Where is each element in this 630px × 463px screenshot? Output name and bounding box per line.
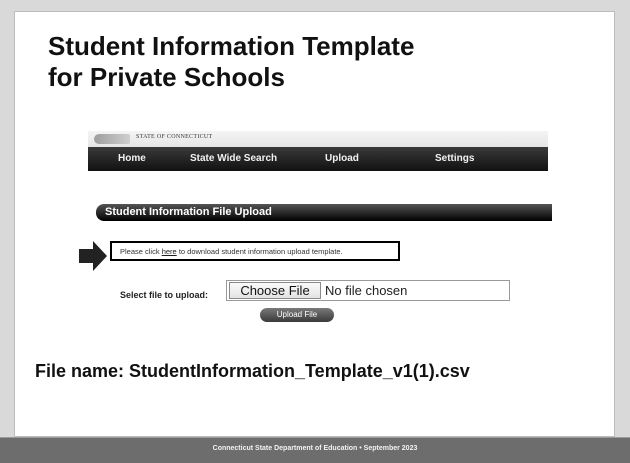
notice-suffix: to download student information upload t…: [178, 247, 343, 256]
state-banner: STATE OF CONNECTICUT: [88, 131, 548, 147]
slide-title: Student Information Template for Private…: [48, 31, 568, 93]
slide-footer: Connecticut State Department of Educatio…: [0, 437, 630, 463]
download-template-link[interactable]: here: [162, 247, 177, 256]
right-arrow-icon: [79, 241, 107, 271]
top-navbar: Home State Wide Search Upload Settings: [88, 147, 548, 171]
nav-settings[interactable]: Settings: [435, 153, 474, 164]
state-banner-text: STATE OF CONNECTICUT: [136, 134, 213, 140]
slide-title-line2: for Private Schools: [48, 62, 285, 92]
choose-file-button[interactable]: Choose File: [229, 282, 321, 299]
nav-state-wide-search[interactable]: State Wide Search: [190, 153, 277, 164]
file-status-text: No file chosen: [325, 283, 408, 298]
notice-prefix: Please click: [120, 247, 160, 256]
footer-text: Connecticut State Department of Educatio…: [212, 445, 418, 452]
slide-title-line1: Student Information Template: [48, 31, 415, 61]
download-notice: Please click here to download student in…: [110, 241, 400, 261]
nav-upload[interactable]: Upload: [325, 153, 359, 164]
file-name-caption: File name: StudentInformation_Template_v…: [35, 361, 470, 381]
panel-title: Student Information File Upload: [96, 204, 552, 221]
nav-home[interactable]: Home: [118, 153, 146, 164]
file-input[interactable]: Choose File No file chosen: [226, 280, 510, 301]
upload-file-button[interactable]: Upload File: [260, 308, 334, 322]
select-file-label: Select file to upload:: [120, 290, 209, 300]
state-logo-icon: [94, 134, 130, 144]
